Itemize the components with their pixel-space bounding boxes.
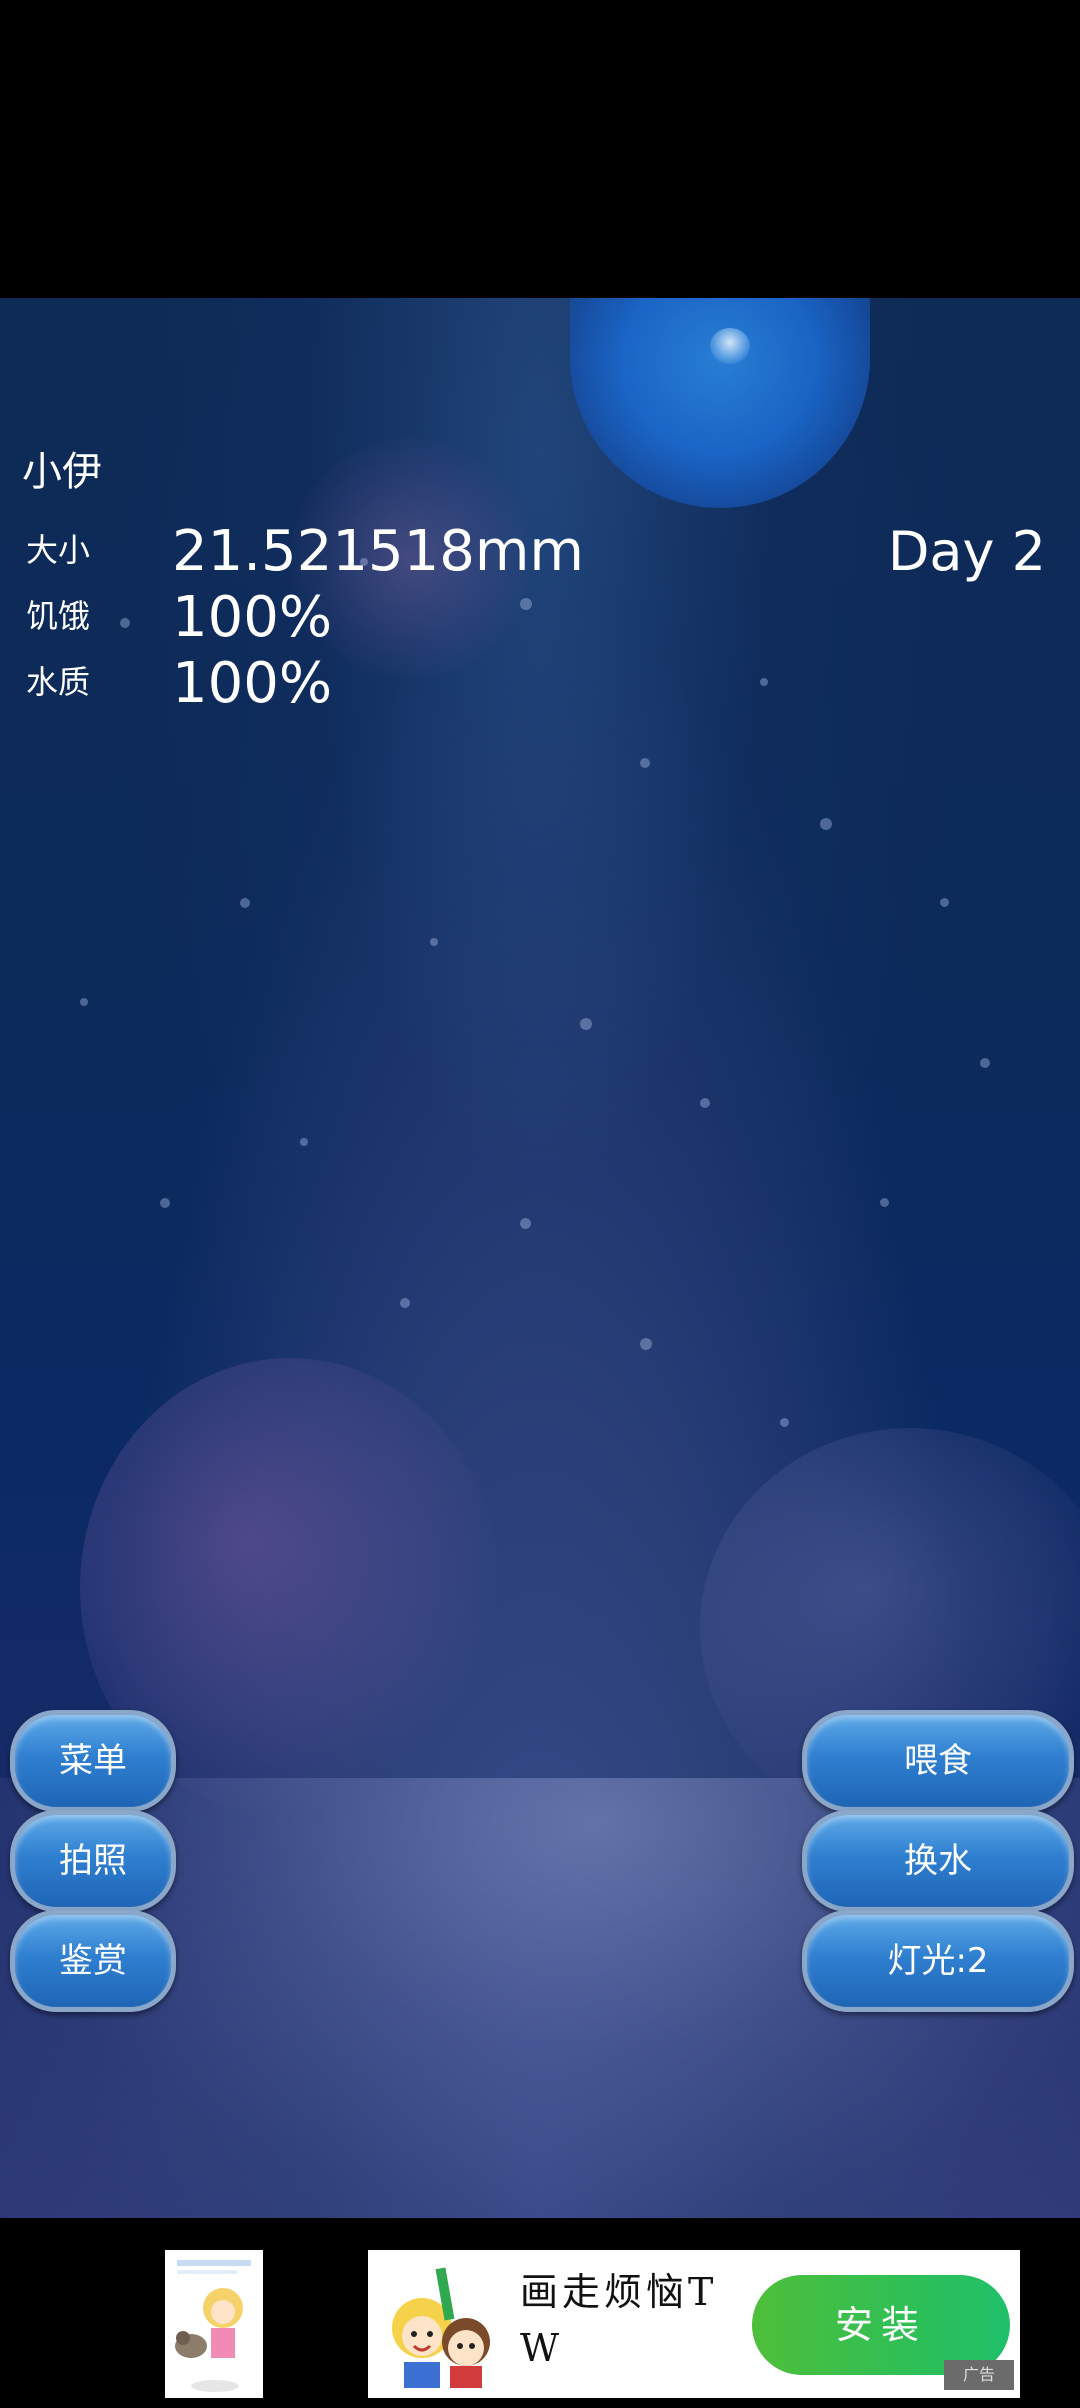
- particle: [120, 618, 130, 628]
- ad-thumbnail-image[interactable]: [165, 2250, 263, 2398]
- stat-label-hunger: 饥饿: [26, 597, 91, 635]
- particle: [80, 998, 88, 1006]
- day-counter: Day 2: [887, 520, 1046, 583]
- pet-name: 小伊: [22, 449, 102, 495]
- particle: [240, 898, 250, 908]
- stat-value-hunger: 100%: [172, 585, 333, 650]
- photo-button[interactable]: 拍照: [10, 1810, 176, 1912]
- particle: [820, 818, 832, 830]
- ad-tag: 广告: [944, 2360, 1014, 2390]
- particle: [160, 1198, 170, 1208]
- feed-button[interactable]: 喂食: [802, 1710, 1074, 1812]
- particle: [520, 598, 532, 610]
- particle: [880, 1198, 889, 1207]
- particle: [400, 1298, 410, 1308]
- light-button[interactable]: 灯光:2: [802, 1910, 1074, 2012]
- particle: [300, 1138, 308, 1146]
- menu-button[interactable]: 菜单: [10, 1710, 176, 1812]
- ad-thumbnail-art: [165, 2250, 263, 2398]
- particle: [580, 1018, 592, 1030]
- ad-title: 画走烦恼TW: [520, 2270, 718, 2370]
- particle: [640, 758, 650, 768]
- particle: [430, 938, 438, 946]
- stat-label-water: 水质: [26, 663, 91, 701]
- particle: [940, 898, 949, 907]
- ad-banner[interactable]: 画走烦恼TW 安装: [368, 2250, 1020, 2398]
- particle: [780, 1418, 789, 1427]
- particle: [980, 1058, 990, 1068]
- status-area-black: [0, 0, 1080, 298]
- ad-cartoon-icon: [392, 2267, 490, 2388]
- jellyfish-icon[interactable]: [710, 328, 750, 364]
- stat-value-size: 21.521518mm: [172, 519, 584, 584]
- particle: [700, 1098, 710, 1108]
- particle: [640, 1338, 652, 1350]
- stat-label-size: 大小: [26, 531, 91, 569]
- gallery-button[interactable]: 鉴赏: [10, 1910, 176, 2012]
- stat-value-water: 100%: [172, 651, 333, 716]
- particle: [520, 1218, 531, 1229]
- change-water-button[interactable]: 换水: [802, 1810, 1074, 1912]
- particle: [760, 678, 768, 686]
